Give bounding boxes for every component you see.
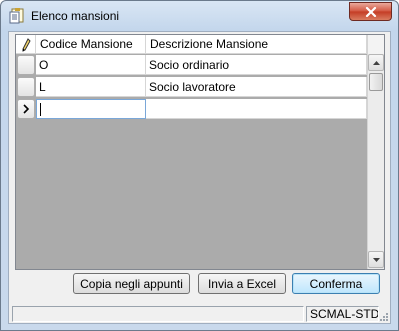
status-pane-code: SCMAL-STD — [306, 306, 379, 322]
new-row[interactable] — [16, 98, 367, 120]
dialog-client-area: Codice Mansione Descrizione Mansione O S… — [8, 31, 391, 324]
status-bar: SCMAL-STD — [9, 304, 390, 323]
mansioni-grid[interactable]: Codice Mansione Descrizione Mansione O S… — [15, 34, 385, 270]
scrollbar-thumb[interactable] — [369, 73, 383, 91]
dialog-window: Elenco mansioni Codice Mansione Descrizi… — [0, 0, 399, 331]
close-icon — [365, 6, 376, 17]
resize-grip-icon[interactable] — [378, 311, 389, 322]
pencil-icon — [22, 38, 31, 52]
grid-viewport: Codice Mansione Descrizione Mansione O S… — [16, 35, 367, 269]
vertical-scrollbar[interactable] — [367, 35, 384, 269]
text-caret — [40, 103, 41, 117]
cell-description[interactable]: Socio ordinario — [146, 55, 367, 75]
confirm-button[interactable]: Conferma — [292, 273, 380, 294]
copy-to-clipboard-button[interactable]: Copia negli appunti — [73, 273, 190, 294]
close-button[interactable] — [349, 2, 392, 21]
current-row-arrow-icon — [23, 104, 30, 114]
cell-description-new[interactable] — [146, 99, 367, 119]
column-header-codice[interactable]: Codice Mansione — [36, 35, 146, 54]
scroll-down-button[interactable] — [368, 251, 384, 268]
table-row[interactable]: L Socio lavoratore — [16, 76, 367, 98]
chevron-down-icon — [372, 257, 380, 262]
notepad-icon — [9, 8, 25, 24]
row-selector[interactable] — [17, 55, 35, 75]
cell-code[interactable]: L — [36, 77, 146, 97]
status-pane-main — [12, 306, 304, 322]
scroll-up-button[interactable] — [368, 54, 384, 71]
row-selector[interactable] — [17, 77, 35, 97]
cell-description[interactable]: Socio lavoratore — [146, 77, 367, 97]
window-title: Elenco mansioni — [31, 9, 120, 23]
title-bar[interactable]: Elenco mansioni — [1, 1, 398, 31]
send-to-excel-button[interactable]: Invia a Excel — [198, 273, 286, 294]
column-header-descrizione[interactable]: Descrizione Mansione — [146, 35, 367, 54]
cell-code[interactable]: O — [36, 55, 146, 75]
scrollbar-header-spacer — [368, 35, 384, 54]
table-row[interactable]: O Socio ordinario — [16, 54, 367, 76]
row-selector-header[interactable] — [16, 35, 36, 54]
chevron-up-icon — [372, 60, 380, 65]
cell-code-editor[interactable] — [36, 99, 146, 119]
row-selector-current[interactable] — [17, 99, 35, 119]
